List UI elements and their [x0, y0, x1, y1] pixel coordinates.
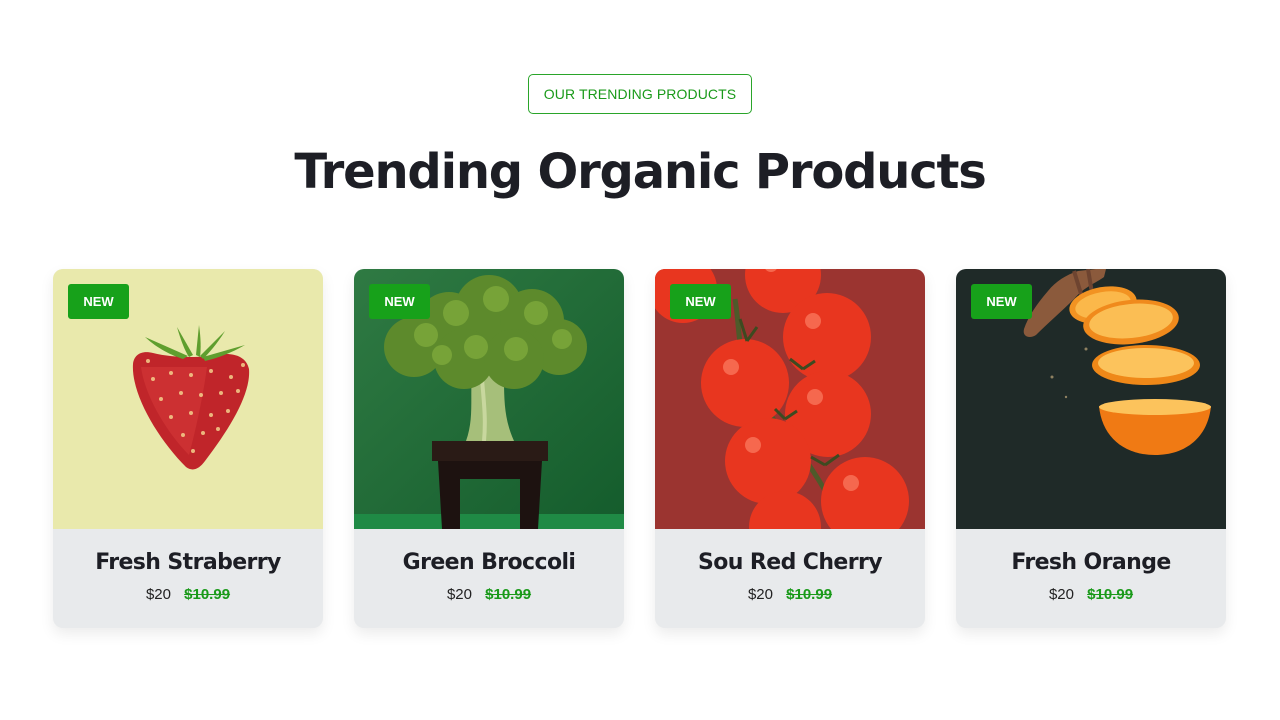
product-old-price: $10.99 [485, 586, 532, 603]
trending-products-section: OUR TRENDING PRODUCTS Trending Organic P… [0, 0, 1280, 720]
product-price: $20 [446, 586, 472, 603]
product-name[interactable]: Fresh Straberry [53, 529, 323, 577]
product-name[interactable]: Sou Red Cherry [655, 529, 925, 577]
product-old-price: $10.99 [786, 586, 833, 603]
product-image-broccoli[interactable]: NEW [354, 269, 624, 529]
new-badge: NEW [971, 284, 1032, 319]
product-image-orange[interactable]: NEW [956, 269, 1226, 529]
product-prices: $20 $10.99 [53, 586, 323, 604]
product-image-strawberry[interactable]: NEW [53, 269, 323, 529]
product-prices: $20 $10.99 [956, 586, 1226, 604]
product-prices: $20 $10.99 [354, 586, 624, 604]
product-price: $20 [1048, 586, 1074, 603]
product-info: Sou Red Cherry $20 $10.99 [655, 529, 925, 628]
eyebrow-wrapper: OUR TRENDING PRODUCTS [0, 74, 1280, 114]
product-old-price: $10.99 [184, 586, 231, 603]
product-image-cherry[interactable]: NEW [655, 269, 925, 529]
section-eyebrow-tag: OUR TRENDING PRODUCTS [527, 74, 753, 114]
product-card-cherry[interactable]: NEW Sou Red Cherry $20 $10.99 [655, 269, 925, 628]
new-badge: NEW [369, 284, 430, 319]
product-price: $20 [145, 586, 171, 603]
section-title: Trending Organic Products [294, 144, 986, 200]
product-price: $20 [747, 586, 773, 603]
product-name[interactable]: Green Broccoli [354, 529, 624, 577]
product-grid: NEW Fresh Straberry $20 $10.99 NEW Green… [53, 269, 1226, 628]
new-badge: NEW [670, 284, 731, 319]
product-prices: $20 $10.99 [655, 586, 925, 604]
product-info: Fresh Straberry $20 $10.99 [53, 529, 323, 628]
product-card-orange[interactable]: NEW Fresh Orange $20 $10.99 [956, 269, 1226, 628]
product-card-strawberry[interactable]: NEW Fresh Straberry $20 $10.99 [53, 269, 323, 628]
product-info: Fresh Orange $20 $10.99 [956, 529, 1226, 628]
product-card-broccoli[interactable]: NEW Green Broccoli $20 $10.99 [354, 269, 624, 628]
product-name[interactable]: Fresh Orange [956, 529, 1226, 577]
product-info: Green Broccoli $20 $10.99 [354, 529, 624, 628]
product-old-price: $10.99 [1087, 586, 1134, 603]
new-badge: NEW [68, 284, 129, 319]
